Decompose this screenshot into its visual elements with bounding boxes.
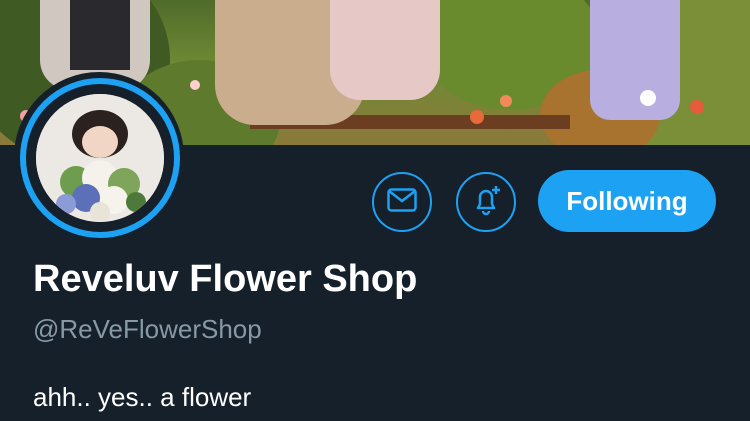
profile-handle: @ReVeFlowerShop xyxy=(33,314,262,344)
message-button[interactable] xyxy=(372,172,432,232)
notifications-button[interactable] xyxy=(456,172,516,232)
profile-display-name: Reveluv Flower Shop xyxy=(33,258,418,300)
bell-plus-icon xyxy=(469,183,503,222)
following-button[interactable]: Following xyxy=(538,170,716,232)
profile-bio: ahh.. yes.. a flower xyxy=(33,382,252,412)
avatar[interactable] xyxy=(14,72,184,242)
mail-icon xyxy=(387,187,417,217)
avatar-photo xyxy=(36,94,164,222)
